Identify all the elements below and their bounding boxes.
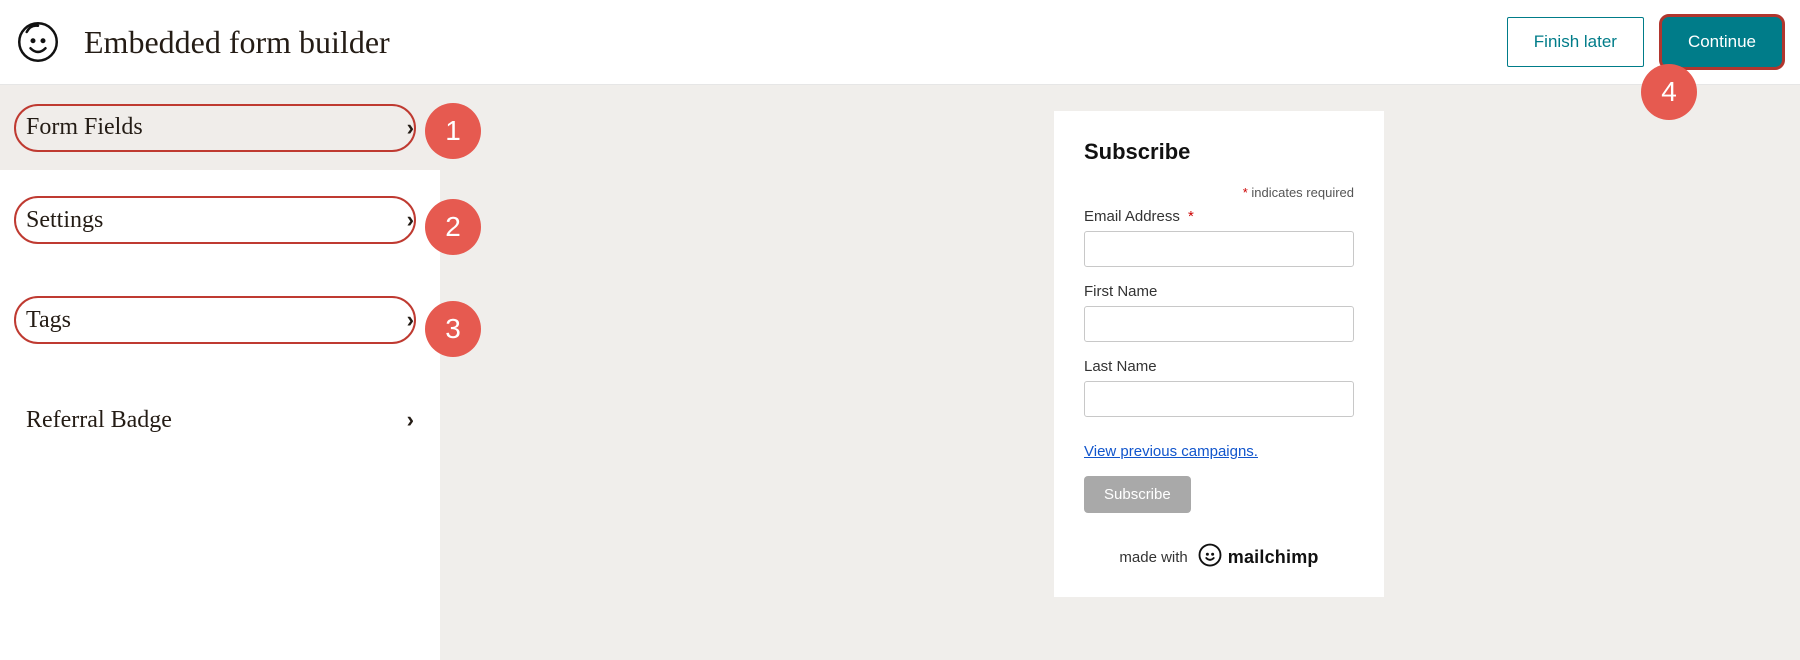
sidebar-item-label: Tags: [26, 307, 71, 334]
made-with-text: made with: [1119, 549, 1187, 566]
top-bar: Embedded form builder Finish later Conti…: [0, 0, 1800, 85]
field-label-last-name: Last Name: [1084, 358, 1354, 375]
chevron-right-icon: ›: [407, 307, 414, 333]
sidebar-item-label: Form Fields: [26, 114, 143, 141]
sidebar-item-settings[interactable]: Settings ›: [0, 170, 440, 270]
mailchimp-brand: mailchimp: [1198, 543, 1319, 571]
email-input[interactable]: [1084, 231, 1354, 267]
continue-button[interactable]: Continue: [1662, 17, 1782, 67]
callout-badge-2: 2: [425, 199, 481, 255]
subscribe-button[interactable]: Subscribe: [1084, 476, 1191, 513]
sidebar-item-highlight-icon: [14, 296, 416, 344]
view-previous-campaigns-link[interactable]: View previous campaigns.: [1084, 443, 1258, 460]
field-label-first-name: First Name: [1084, 283, 1354, 300]
continue-button-wrap: Continue: [1662, 17, 1782, 67]
field-label-text: First Name: [1084, 283, 1157, 300]
sidebar-item-form-fields[interactable]: Form Fields ›: [0, 85, 440, 170]
mailchimp-logo-icon: [18, 22, 58, 62]
last-name-input[interactable]: [1084, 381, 1354, 417]
chevron-right-icon: ›: [407, 207, 414, 233]
form-preview-title: Subscribe: [1084, 139, 1354, 165]
field-label-email: Email Address *: [1084, 208, 1354, 225]
body: Form Fields › Settings › Tags › Referral…: [0, 85, 1800, 660]
sidebar-item-tags[interactable]: Tags ›: [0, 270, 440, 370]
callout-badge-4: 4: [1641, 64, 1697, 120]
sidebar-item-label: Settings: [26, 207, 103, 234]
required-note: * indicates required: [1084, 185, 1354, 200]
sidebar-item-referral-badge[interactable]: Referral Badge ›: [0, 370, 440, 470]
field-label-text: Email Address: [1084, 208, 1180, 225]
asterisk-icon: *: [1188, 208, 1194, 225]
mailchimp-brand-text: mailchimp: [1228, 547, 1319, 568]
finish-later-button[interactable]: Finish later: [1507, 17, 1644, 67]
field-email: Email Address *: [1084, 208, 1354, 267]
required-note-text: indicates required: [1251, 185, 1354, 200]
mailchimp-brand-icon: [1198, 543, 1222, 571]
callout-badge-1: 1: [425, 103, 481, 159]
chevron-right-icon: ›: [407, 407, 414, 433]
first-name-input[interactable]: [1084, 306, 1354, 342]
made-with-row: made with mailchimp: [1084, 543, 1354, 571]
top-bar-left: Embedded form builder: [18, 22, 390, 62]
field-first-name: First Name: [1084, 283, 1354, 342]
chevron-right-icon: ›: [407, 115, 414, 141]
callout-badge-3: 3: [425, 301, 481, 357]
sidebar-item-label: Referral Badge: [26, 407, 172, 434]
form-preview-card: Subscribe * indicates required Email Add…: [1054, 111, 1384, 597]
preview-canvas: Subscribe * indicates required Email Add…: [440, 85, 1800, 660]
asterisk-icon: *: [1243, 185, 1248, 200]
sidebar: Form Fields › Settings › Tags › Referral…: [0, 85, 440, 660]
field-label-text: Last Name: [1084, 358, 1157, 375]
page-title: Embedded form builder: [84, 24, 390, 61]
top-bar-right: Finish later Continue: [1507, 17, 1782, 67]
field-last-name: Last Name: [1084, 358, 1354, 417]
